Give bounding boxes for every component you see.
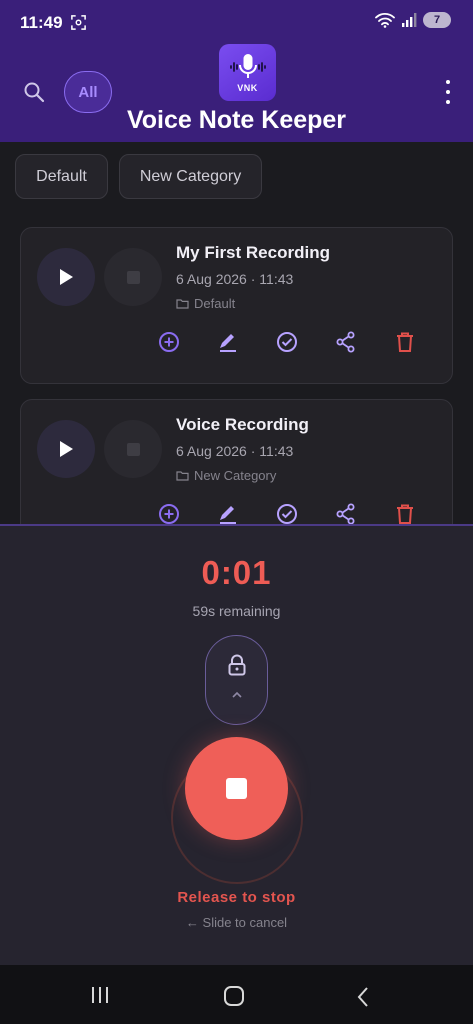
stop-button[interactable] [104,248,162,306]
lock-recording-slider[interactable] [205,635,268,725]
release-to-stop-hint: Release to stop [177,889,296,906]
share-icon [336,503,355,525]
edit-icon [220,506,236,524]
share-icon [336,331,355,353]
recents-button[interactable] [92,987,108,1003]
recording-category-label: New Category [194,468,277,483]
play-icon [60,269,73,285]
share-button[interactable] [335,503,357,525]
stop-recording-button[interactable] [185,737,288,840]
search-icon [24,82,45,103]
add-circle-icon [159,504,179,524]
card-actions [158,503,416,525]
stop-icon [126,442,140,456]
delete-icon [397,504,413,524]
play-button[interactable] [37,248,95,306]
stop-icon [226,778,247,799]
search-button[interactable] [20,78,48,106]
signal-icon [402,13,417,27]
add-button[interactable] [158,503,180,525]
chevron-up-icon [232,691,242,698]
recording-category: New Category [176,468,276,483]
check-circle-icon [277,504,297,524]
category-chip-new-category[interactable]: New Category [119,154,262,199]
screenshot-icon [71,15,86,30]
mark-done-button[interactable] [276,331,298,353]
logo-text: VNK [237,83,258,93]
card-actions [158,331,416,353]
add-button[interactable] [158,331,180,353]
status-bar: 11:49 7 [0,0,473,44]
share-button[interactable] [335,331,357,353]
wifi-icon [375,13,395,28]
overflow-menu-button[interactable] [443,80,453,104]
add-circle-icon [159,332,179,352]
edit-button[interactable] [217,503,239,525]
recording-category: Default [176,296,235,311]
recording-title: My First Recording [176,243,330,262]
app-logo: VNK [219,44,276,101]
recording-timer: 0:01 [201,554,272,591]
recording-date: 6 Aug 2026 · 11:43 [176,271,294,287]
stop-button[interactable] [104,420,162,478]
play-icon [60,441,73,457]
recording-title: Voice Recording [176,415,309,434]
play-button[interactable] [37,420,95,478]
stop-icon [126,270,140,284]
status-icons: 7 [375,12,451,28]
folder-icon [176,299,189,309]
delete-button[interactable] [394,331,416,353]
edit-button[interactable] [217,331,239,353]
time-remaining: 59s remaining [192,603,281,619]
category-chip-default[interactable]: Default [15,154,108,199]
battery-indicator: 7 [423,12,451,28]
app-header: 11:49 7 All VNK Voice Note Keeper [0,0,473,142]
folder-icon [176,471,189,481]
delete-icon [397,332,413,352]
delete-button[interactable] [394,503,416,525]
back-button[interactable] [356,986,370,1008]
system-navigation-bar [0,965,473,1024]
recording-card[interactable]: My First Recording 6 Aug 2026 · 11:43 De… [20,227,453,384]
edit-icon [220,334,236,352]
battery-level: 7 [433,14,441,26]
slide-to-cancel-hint: ← Slide to cancel [185,915,288,930]
microphone-icon [229,54,266,78]
check-circle-icon [277,332,297,352]
home-button[interactable] [224,986,244,1006]
lock-icon [228,654,246,676]
mark-done-button[interactable] [276,503,298,525]
app-title: Voice Note Keeper [126,106,347,134]
recording-category-label: Default [194,296,236,311]
recording-date: 6 Aug 2026 · 11:43 [176,443,294,459]
more-vert-icon [446,80,450,84]
status-time: 11:49 [20,13,63,32]
recording-sheet: 0:01 59s remaining Release to stop ← Sli… [0,524,473,965]
recents-icon [92,987,94,1003]
